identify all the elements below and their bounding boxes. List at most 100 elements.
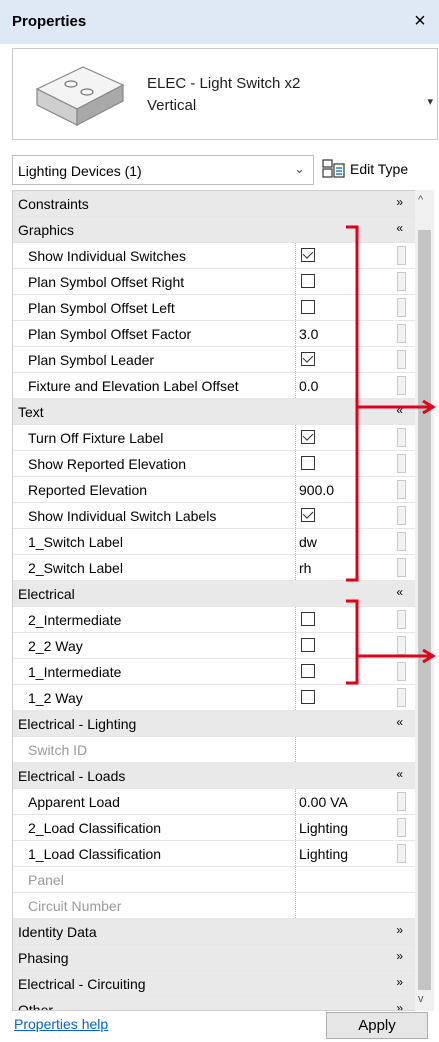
category-label: Electrical - Lighting xyxy=(18,716,137,732)
property-row: Circuit Number xyxy=(13,893,415,919)
category-header[interactable]: Phasing » xyxy=(13,945,415,971)
property-name: Show Reported Elevation xyxy=(28,456,186,472)
property-row: 2_Load Classification Lighting xyxy=(13,815,415,841)
property-name: Panel xyxy=(28,872,64,888)
category-label: Electrical xyxy=(18,586,75,602)
column-divider xyxy=(295,893,297,918)
property-name: Fixture and Elevation Label Offset xyxy=(28,378,239,394)
category-header[interactable]: Electrical - Loads « xyxy=(13,763,415,789)
column-divider xyxy=(295,373,297,398)
category-label: Electrical - Circuiting xyxy=(18,976,146,992)
expand-chevron-icon[interactable]: » xyxy=(396,923,403,937)
category-label: Electrical - Loads xyxy=(18,768,126,784)
property-checkbox[interactable] xyxy=(301,274,315,288)
column-divider xyxy=(295,269,297,294)
annotation-bracket-top xyxy=(346,225,436,582)
light-switch-thumbnail-icon xyxy=(35,66,125,126)
category-header[interactable]: Electrical - Lighting « xyxy=(13,711,415,737)
property-name: 1_2 Way xyxy=(28,690,83,706)
expand-chevron-icon[interactable]: » xyxy=(396,975,403,989)
column-divider xyxy=(295,503,297,528)
type-dropdown-arrow-icon[interactable]: ▾ xyxy=(427,95,433,108)
close-icon[interactable]: × xyxy=(409,9,431,33)
associate-parameter-button[interactable] xyxy=(397,688,406,707)
property-value[interactable]: 900.0 xyxy=(299,482,334,498)
property-checkbox[interactable] xyxy=(301,664,315,678)
apply-button[interactable]: Apply xyxy=(326,1012,428,1039)
category-header[interactable]: Electrical - Circuiting » xyxy=(13,971,415,997)
property-name: 1_Load Classification xyxy=(28,846,162,862)
property-name: Switch ID xyxy=(28,742,88,758)
property-name: Plan Symbol Offset Left xyxy=(28,300,175,316)
property-checkbox[interactable] xyxy=(301,690,315,704)
category-label: Phasing xyxy=(18,950,69,966)
column-divider xyxy=(295,321,297,346)
property-checkbox[interactable] xyxy=(301,248,315,262)
associate-parameter-button[interactable] xyxy=(397,844,406,863)
property-row: Panel xyxy=(13,867,415,893)
property-checkbox[interactable] xyxy=(301,612,315,626)
property-value[interactable]: Lighting xyxy=(299,846,348,862)
category-label: Other xyxy=(18,1002,54,1011)
property-checkbox[interactable] xyxy=(301,456,315,470)
column-divider xyxy=(295,737,297,762)
column-divider xyxy=(295,607,297,632)
collapse-chevron-icon[interactable]: « xyxy=(396,715,403,729)
property-checkbox[interactable] xyxy=(301,508,315,522)
associate-parameter-button[interactable] xyxy=(397,818,406,837)
expand-chevron-icon[interactable]: » xyxy=(396,1001,403,1010)
category-header[interactable]: Identity Data » xyxy=(13,919,415,945)
category-header[interactable]: Other » xyxy=(13,997,415,1011)
scroll-up-icon[interactable]: ^ xyxy=(418,194,423,206)
property-checkbox[interactable] xyxy=(301,430,315,444)
property-value[interactable]: dw xyxy=(299,534,317,550)
collapse-chevron-icon[interactable]: « xyxy=(396,767,403,781)
property-name: 2_Load Classification xyxy=(28,820,162,836)
property-value[interactable]: 0.0 xyxy=(299,378,318,394)
column-divider xyxy=(295,451,297,476)
window-title: Properties xyxy=(12,13,87,30)
property-row: 1_2 Way xyxy=(13,685,415,711)
property-checkbox[interactable] xyxy=(301,352,315,366)
property-name: Apparent Load xyxy=(28,794,120,810)
column-divider xyxy=(295,659,297,684)
properties-titlebar: Properties × xyxy=(0,0,439,44)
column-divider xyxy=(295,841,297,866)
category-label: Graphics xyxy=(18,222,75,238)
annotation-bracket-bottom xyxy=(346,599,436,685)
instance-filter-dropdown[interactable]: Lighting Devices (1) ⌄ xyxy=(12,155,314,185)
property-value[interactable]: rh xyxy=(299,560,311,576)
associate-parameter-button[interactable] xyxy=(397,792,406,811)
property-checkbox[interactable] xyxy=(301,300,315,314)
property-name: Plan Symbol Leader xyxy=(28,352,155,368)
property-checkbox[interactable] xyxy=(301,638,315,652)
property-value[interactable]: Lighting xyxy=(299,820,348,836)
scroll-down-icon[interactable]: v xyxy=(418,993,424,1005)
property-row: Apparent Load 0.00 VA xyxy=(13,789,415,815)
property-value[interactable]: 0.00 VA xyxy=(299,794,348,810)
column-divider xyxy=(295,555,297,580)
property-name: 1_Intermediate xyxy=(28,664,122,680)
property-value[interactable]: 3.0 xyxy=(299,326,318,342)
column-divider xyxy=(295,347,297,372)
property-row: 1_Load Classification Lighting xyxy=(13,841,415,867)
property-name: Show Individual Switches xyxy=(28,248,186,264)
property-name: Show Individual Switch Labels xyxy=(28,508,217,524)
edit-type-icon xyxy=(322,159,345,178)
properties-help-link[interactable]: Properties help xyxy=(14,1016,108,1032)
type-selector[interactable]: ELEC - Light Switch x2 Vertical ▾ xyxy=(12,48,438,140)
column-divider xyxy=(295,425,297,450)
collapse-chevron-icon[interactable]: « xyxy=(396,585,403,599)
property-name: 2_Switch Label xyxy=(28,560,123,576)
category-header[interactable]: Constraints » xyxy=(13,191,415,217)
instance-filter-value: Lighting Devices (1) xyxy=(18,163,142,179)
column-divider xyxy=(295,295,297,320)
column-divider xyxy=(295,477,297,502)
property-row: Switch ID xyxy=(13,737,415,763)
type-family-label: ELEC - Light Switch x2 xyxy=(147,75,301,92)
expand-chevron-icon[interactable]: » xyxy=(396,195,403,209)
type-variant-label: Vertical xyxy=(147,97,197,114)
column-divider xyxy=(295,815,297,840)
property-name: Circuit Number xyxy=(28,898,122,914)
expand-chevron-icon[interactable]: » xyxy=(396,949,403,963)
